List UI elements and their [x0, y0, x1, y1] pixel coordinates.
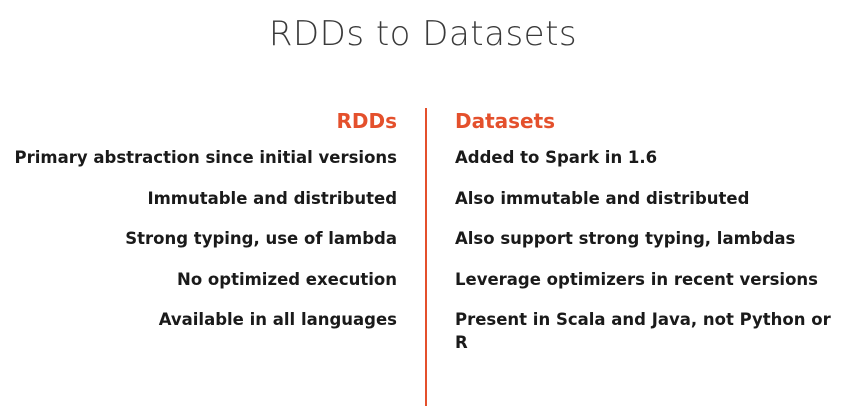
datasets-column: Datasets Added to Spark in 1.6 Also immu… — [455, 106, 840, 372]
datasets-item: Present in Scala and Java, not Python or… — [455, 310, 831, 352]
datasets-heading: Datasets — [455, 109, 556, 133]
datasets-item: Also immutable and distributed — [455, 188, 750, 208]
datasets-item: Also support strong typing, lambdas — [455, 229, 796, 248]
rdds-item: Primary abstraction since initial versio… — [14, 148, 397, 167]
column-divider — [425, 108, 427, 406]
slide-title: RDDs to Datasets — [268, 14, 578, 54]
rdds-item: No optimized execution — [177, 269, 397, 289]
rdds-heading: RDDs — [336, 109, 397, 133]
rdds-item: Available in all languages — [158, 310, 397, 329]
rdds-item: Immutable and distributed — [147, 188, 397, 208]
rdds-item: Strong typing, use of lambda — [125, 229, 397, 248]
datasets-item: Leverage optimizers in recent versions — [455, 269, 818, 289]
rdds-column: RDDs Primary abstraction since initial v… — [0, 106, 397, 349]
datasets-item: Added to Spark in 1.6 — [455, 148, 658, 167]
